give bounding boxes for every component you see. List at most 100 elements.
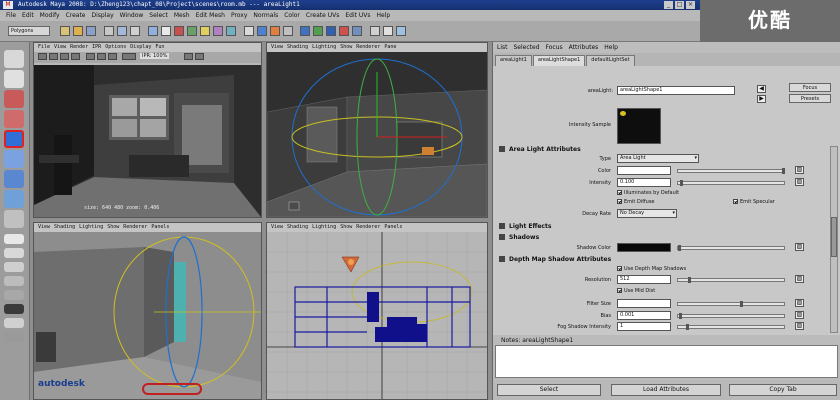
snap-surface-icon[interactable]: [283, 26, 293, 36]
menu-edit-uvs[interactable]: Edit UVs: [345, 10, 370, 21]
color-slider-knob[interactable]: [782, 168, 785, 174]
tab-defaultlightset[interactable]: defaultLightSet: [586, 55, 635, 66]
menu-modify[interactable]: Modify: [40, 10, 60, 21]
snapshot-icon[interactable]: [71, 53, 80, 60]
redo-render-icon[interactable]: [38, 53, 47, 60]
fog-shadow-intensity-map-icon[interactable]: ▨: [795, 322, 804, 330]
scale-tool-icon[interactable]: [4, 150, 24, 168]
alpha-channel-icon[interactable]: [97, 53, 106, 60]
render-icon[interactable]: [313, 26, 323, 36]
collapse-shadows-icon[interactable]: [499, 234, 505, 240]
tab-arealight1[interactable]: areaLight1: [495, 55, 532, 66]
resolution-slider[interactable]: [677, 277, 785, 283]
surfaces-mask-icon[interactable]: [174, 26, 184, 36]
focus-button[interactable]: Focus: [789, 83, 831, 92]
presets-button[interactable]: Presets: [789, 94, 831, 103]
bias-slider[interactable]: [677, 313, 785, 319]
front-menu-show[interactable]: Show: [340, 223, 352, 232]
menu-create[interactable]: Create: [66, 10, 86, 21]
layout-persp-outliner-icon[interactable]: [4, 332, 24, 342]
menu-help[interactable]: Help: [377, 10, 391, 21]
fog-shadow-intensity-slider[interactable]: [677, 324, 785, 330]
hypershade-icon[interactable]: [352, 26, 362, 36]
real-size-icon[interactable]: [108, 53, 117, 60]
render-menu-ipr[interactable]: IPR: [92, 43, 101, 52]
menu-color[interactable]: Color: [284, 10, 300, 21]
emit-diffuse-checkbox[interactable]: Emit Diffuse: [617, 199, 655, 205]
select-button[interactable]: Select: [497, 384, 601, 396]
fog-shadow-intensity-field[interactable]: 1: [617, 322, 671, 331]
tool-settings-toggle-icon[interactable]: [383, 26, 393, 36]
ae-menu-focus[interactable]: Focus: [546, 42, 563, 53]
menu-create-uvs[interactable]: Create UVs: [306, 10, 339, 21]
filter-size-field[interactable]: [617, 299, 671, 308]
section-area-light[interactable]: Area Light Attributes: [509, 146, 581, 153]
paint-select-tool-icon[interactable]: [4, 90, 24, 108]
menu-display[interactable]: Display: [92, 10, 114, 21]
layout-graph-icon[interactable]: [4, 290, 24, 300]
filter-size-slider-knob[interactable]: [740, 301, 743, 307]
side-menu-lighting[interactable]: Lighting: [79, 223, 103, 232]
shadow-color-slider[interactable]: [677, 245, 785, 251]
render-region-icon[interactable]: [60, 53, 69, 60]
side-menu-shading[interactable]: Shading: [54, 223, 75, 232]
lights-mask-icon[interactable]: [200, 26, 210, 36]
decay-rate-dropdown[interactable]: No Decay: [617, 209, 677, 218]
shadow-color-swatch[interactable]: [617, 243, 671, 252]
render-menu-file[interactable]: File: [38, 43, 50, 52]
use-depth-map-box[interactable]: [617, 266, 622, 271]
persp-menu-view[interactable]: View: [271, 43, 283, 52]
intensity-slider[interactable]: [677, 180, 785, 186]
resolution-field[interactable]: 512: [617, 275, 671, 284]
menu-proxy[interactable]: Proxy: [231, 10, 247, 21]
attribute-editor-scrollbar[interactable]: [830, 146, 838, 333]
use-mid-dist-box[interactable]: [617, 288, 622, 293]
close-button[interactable]: ×: [686, 1, 695, 9]
side-menu-renderer[interactable]: Renderer: [123, 223, 147, 232]
soft-mod-tool-icon[interactable]: [4, 190, 24, 208]
menu-set-dropdown[interactable]: Polygons: [8, 26, 50, 36]
bias-map-icon[interactable]: ▨: [795, 311, 804, 319]
notes-textarea[interactable]: [495, 345, 838, 378]
side-menu-show[interactable]: Show: [107, 223, 119, 232]
side-menu-view[interactable]: View: [38, 223, 50, 232]
menu-select[interactable]: Select: [149, 10, 168, 21]
intensity-map-icon[interactable]: ▨: [795, 178, 804, 186]
menu-mesh[interactable]: Mesh: [174, 10, 190, 21]
attribute-editor-toggle-icon[interactable]: [370, 26, 380, 36]
color-map-icon[interactable]: ▨: [795, 166, 804, 174]
save-scene-icon[interactable]: [86, 26, 96, 36]
filter-size-map-icon[interactable]: ▨: [795, 299, 804, 307]
maximize-button[interactable]: □: [675, 1, 684, 9]
ae-menu-help[interactable]: Help: [604, 42, 618, 53]
render-menu-fun[interactable]: Fun: [155, 43, 164, 52]
color-slider[interactable]: [677, 168, 785, 174]
render-menu-view[interactable]: View: [54, 43, 66, 52]
bias-slider-knob[interactable]: [679, 313, 682, 319]
last-tool-icon[interactable]: [4, 210, 24, 228]
persp-menu-shading[interactable]: Shading: [287, 43, 308, 52]
ae-menu-selected[interactable]: Selected: [514, 42, 540, 53]
menu-file[interactable]: File: [6, 10, 16, 21]
cameras-mask-icon[interactable]: [213, 26, 223, 36]
intensity-field[interactable]: 0.100: [617, 178, 671, 187]
menu-normals[interactable]: Normals: [253, 10, 278, 21]
copy-tab-button[interactable]: Copy Tab: [729, 384, 837, 396]
bias-field[interactable]: 0.001: [617, 311, 671, 320]
menu-window[interactable]: Window: [120, 10, 144, 21]
layout-side-icon[interactable]: [4, 262, 24, 272]
new-scene-icon[interactable]: [60, 26, 70, 36]
collapse-area-light-icon[interactable]: [499, 146, 505, 152]
persp-menu-renderer[interactable]: Renderer: [356, 43, 380, 52]
node-name-field[interactable]: areaLightShape1: [617, 86, 735, 95]
use-mid-dist-checkbox[interactable]: Use Mid Dist: [617, 288, 655, 294]
collapse-depth-map-icon[interactable]: [499, 256, 505, 262]
persp-menu-pane[interactable]: Pane: [384, 43, 396, 52]
select-object-icon[interactable]: [117, 26, 127, 36]
expand-light-effects-icon[interactable]: [499, 223, 505, 229]
persp-menu-show[interactable]: Show: [340, 43, 352, 52]
move-tool-icon[interactable]: [4, 110, 24, 128]
keep-image-icon[interactable]: [122, 53, 136, 60]
open-scene-icon[interactable]: [73, 26, 83, 36]
illuminates-default-box[interactable]: [617, 190, 622, 195]
